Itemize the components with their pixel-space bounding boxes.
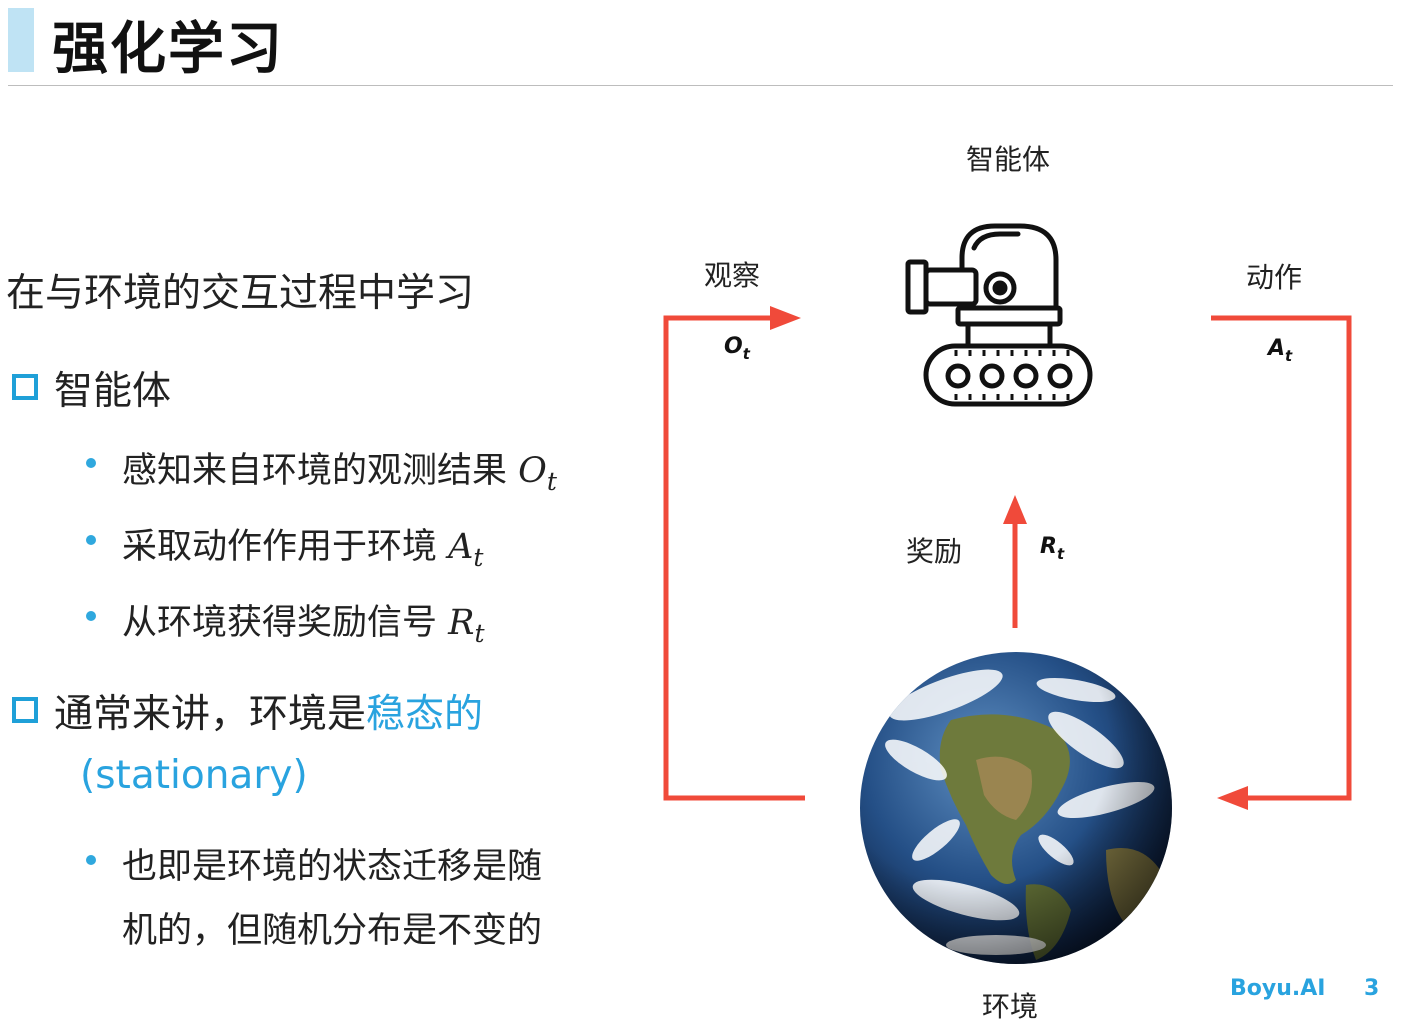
environment-label: 环境: [982, 990, 1039, 1023]
observation-arrow: [663, 315, 805, 801]
interaction-diagram: [663, 306, 1352, 810]
robot-tank-icon: [905, 223, 1093, 407]
earth-globe-icon: [860, 652, 1172, 964]
reward-label: 奖励: [906, 535, 963, 568]
agent-label: 智能体: [966, 143, 1051, 176]
brand-logo-text: Boyu.AI: [1230, 976, 1326, 1001]
action-arrow: [1211, 315, 1352, 801]
reward-arrowhead: [1003, 495, 1027, 524]
reward-symbol: Rt: [1040, 534, 1065, 563]
action-symbol: At: [1268, 336, 1293, 365]
observation-arrowhead: [770, 306, 801, 330]
page-number: 3: [1364, 976, 1380, 1001]
observe-symbol: Ot: [724, 334, 750, 363]
action-label: 动作: [1246, 261, 1303, 294]
action-arrowhead: [1217, 786, 1248, 810]
observe-label: 观察: [704, 259, 761, 292]
